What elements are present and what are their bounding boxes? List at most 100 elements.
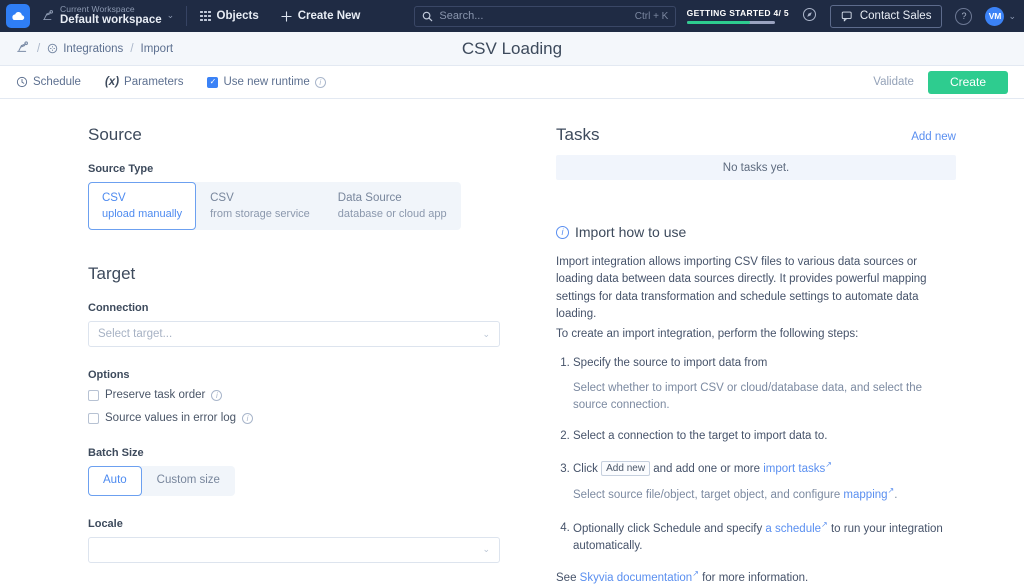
right-column: Tasks Add new No tasks yet. i Import how… — [512, 125, 1024, 584]
locale-select[interactable]: ⌄ — [88, 536, 500, 563]
howto-footer: See Skyvia documentation↗ for more infor… — [556, 569, 956, 584]
source-type-option-data-source[interactable]: Data Source database or cloud app — [324, 182, 461, 230]
use-new-runtime-checkbox[interactable]: ✓ Use new runtime i — [207, 76, 326, 88]
nav-objects-label: Objects — [216, 10, 259, 22]
create-button[interactable]: Create — [927, 70, 1008, 94]
nav-divider — [186, 6, 188, 26]
external-link-icon: ↗ — [825, 460, 832, 470]
getting-started-label: GETTING STARTED 4/ 5 — [686, 8, 789, 18]
source-type-option-csv-manual[interactable]: CSV upload manually — [88, 182, 197, 231]
info-icon[interactable]: i — [314, 76, 326, 88]
schedule-button[interactable]: Schedule — [16, 76, 81, 88]
source-type-label: Source Type — [88, 163, 154, 175]
external-link-icon: ↗ — [821, 519, 828, 529]
howto-header: i Import how to use — [556, 224, 956, 240]
howto-body: Import integration allows importing CSV … — [556, 254, 956, 584]
checkbox-label: Preserve task order — [105, 389, 206, 402]
chevron-down-icon: ⌄ — [1008, 10, 1016, 21]
main-content: Source Source Type CSV upload manually C… — [0, 99, 1024, 584]
batch-size-segmented-control: Auto Custom size — [88, 466, 235, 496]
schedule-link[interactable]: a schedule — [765, 522, 821, 534]
batch-size-option-custom[interactable]: Custom size — [142, 466, 235, 496]
step-pre: Click — [573, 463, 598, 476]
option-title: Auto — [103, 474, 127, 487]
user-menu[interactable]: VM ⌄ — [985, 6, 1016, 26]
getting-started-progress[interactable]: GETTING STARTED 4/ 5 — [686, 8, 789, 24]
howto-steps-list: Specify the source to import data from S… — [573, 355, 956, 554]
connection-placeholder: Select target... — [98, 328, 173, 341]
tasks-heading: Tasks — [556, 125, 600, 144]
integration-home-icon[interactable] — [16, 40, 30, 57]
step-subtext: Select whether to import CSV or cloud/da… — [573, 381, 923, 411]
clock-icon — [16, 76, 28, 88]
nav-create-new-button[interactable]: Create New — [281, 10, 360, 22]
getting-started-bar — [686, 21, 775, 24]
checkbox-checked-icon: ✓ — [207, 76, 219, 88]
option-title: Custom size — [156, 474, 220, 487]
options-label: Options — [88, 369, 130, 382]
breadcrumb-label-integrations: Integrations — [63, 42, 124, 55]
external-link-icon: ↗ — [692, 568, 699, 578]
grid-icon — [200, 10, 211, 22]
howto-intro2: To create an import integration, perform… — [556, 327, 859, 340]
checkbox-preserve-task-order[interactable]: Preserve task order i — [88, 389, 472, 401]
use-new-runtime-label: Use new runtime — [223, 76, 310, 88]
mapping-link[interactable]: mapping — [843, 489, 887, 501]
workspace-switcher[interactable]: Current Workspace Default workspace ⌄ — [42, 4, 175, 27]
connection-select[interactable]: Select target... ⌄ — [88, 321, 500, 348]
tasks-header: Tasks Add new — [556, 125, 956, 155]
compass-icon[interactable] — [802, 7, 817, 25]
import-tasks-link[interactable]: import tasks — [763, 463, 825, 475]
info-icon: i — [556, 225, 569, 239]
cloud-logo-icon[interactable] — [6, 4, 30, 28]
nav-objects-button[interactable]: Objects — [200, 10, 259, 22]
batch-size-label: Batch Size — [88, 447, 144, 460]
breadcrumb: / Integrations / Import — [16, 40, 173, 57]
parameters-icon: (x) — [104, 76, 120, 88]
option-subtitle: database or cloud app — [337, 207, 447, 220]
locale-label: Locale — [88, 517, 123, 530]
howto-heading: Import how to use — [575, 224, 687, 240]
breadcrumb-item-integrations[interactable]: Integrations — [47, 43, 123, 55]
footer-pre: See — [556, 571, 577, 584]
workspace-icon — [43, 10, 54, 21]
chevron-down-icon: ⌄ — [166, 10, 175, 21]
step-pre: Optionally click Schedule and specify — [573, 522, 763, 535]
info-icon[interactable]: i — [211, 389, 223, 401]
checkbox-unchecked-icon — [88, 389, 99, 401]
howto-step-1: Specify the source to import data from S… — [573, 355, 956, 414]
checkbox-unchecked-icon — [88, 412, 99, 424]
source-type-option-csv-storage[interactable]: CSV from storage service — [196, 182, 324, 230]
add-new-keycap[interactable]: Add new — [601, 461, 651, 477]
howto-step-2: Select a connection to the target to imp… — [573, 428, 956, 445]
add-new-task-link[interactable]: Add new — [911, 131, 956, 143]
breadcrumb-item-import[interactable]: Import — [141, 43, 174, 55]
search-shortcut: Ctrl + K — [634, 10, 669, 22]
info-icon[interactable]: i — [242, 412, 254, 424]
avatar: VM — [985, 6, 1005, 26]
search-placeholder: Search... — [439, 10, 484, 22]
chevron-down-icon: ⌄ — [482, 328, 490, 339]
connection-label: Connection — [88, 302, 149, 315]
checkbox-source-values-error-log[interactable]: Source values in error log i — [88, 412, 472, 424]
option-subtitle: upload manually — [102, 207, 183, 220]
option-subtitle: from storage service — [210, 207, 310, 220]
parameters-label: Parameters — [124, 76, 184, 88]
search-input[interactable]: Search... Ctrl + K — [414, 5, 677, 27]
plus-icon — [281, 10, 292, 22]
tasks-empty-state: No tasks yet. — [556, 155, 956, 180]
source-heading: Source — [88, 125, 142, 144]
validate-button[interactable]: Validate — [873, 76, 914, 88]
step-sub-pre: Select source file/object, target object… — [573, 489, 841, 502]
question-icon[interactable]: ? — [955, 7, 973, 25]
target-heading: Target — [88, 264, 136, 284]
option-title: CSV — [210, 192, 234, 204]
batch-size-option-auto[interactable]: Auto — [88, 466, 142, 496]
breadcrumb-separator-2: / — [130, 42, 134, 55]
breadcrumb-separator: / — [37, 42, 41, 55]
howto-step-3: Click Add new and add one or more import… — [573, 459, 956, 504]
contact-sales-button[interactable]: Contact Sales — [829, 4, 943, 28]
option-title: Data Source — [337, 192, 402, 204]
skyvia-documentation-link[interactable]: Skyvia documentation — [580, 572, 693, 584]
parameters-button[interactable]: (x) Parameters — [105, 76, 184, 88]
